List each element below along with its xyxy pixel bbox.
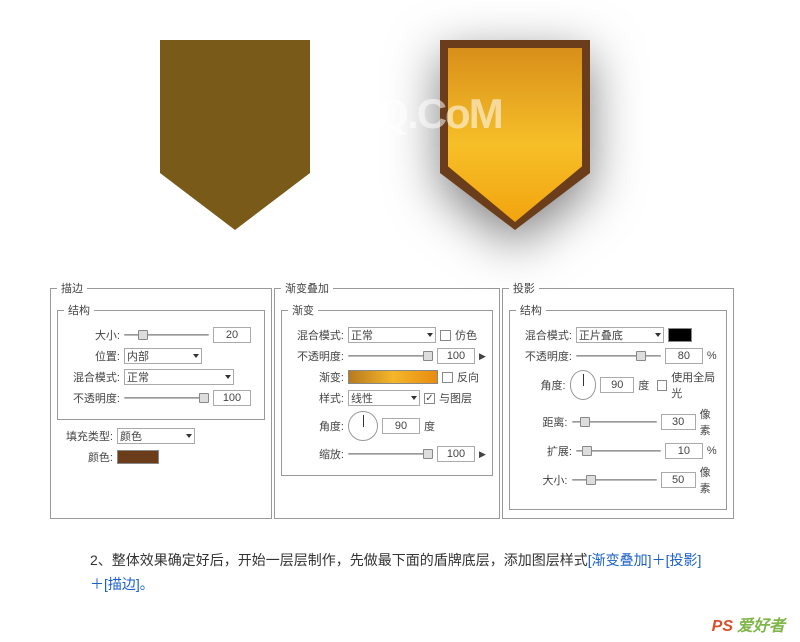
shadow-color[interactable] [668,328,692,342]
size-slider[interactable] [124,330,209,340]
blend-select[interactable]: 正片叠底 [576,327,664,343]
global-light-checkbox[interactable] [657,380,667,391]
style-select[interactable]: 线性 [348,390,420,406]
chevron-down-icon [225,375,231,379]
opacity-slider[interactable] [576,351,661,361]
position-select[interactable]: 内部 [124,348,202,364]
shield-styled [440,40,590,230]
opacity-slider[interactable] [124,393,209,403]
chevron-down-icon [655,333,661,337]
angle-dial[interactable] [348,411,378,441]
fs-structure: 结构 大小:20 位置:内部 混合模式:正常 不透明度:100 [57,302,265,420]
panel-shadow: 投影 结构 混合模式:正片叠底 不透明度:80% 角度:90度使用全局光 距离:… [502,280,734,519]
shields-row [0,0,800,250]
spread-slider[interactable] [576,446,661,456]
dither-checkbox[interactable] [440,330,451,341]
blend-select[interactable]: 正常 [124,369,234,385]
blend-select[interactable]: 正常 [348,327,436,343]
chevron-down-icon [427,333,433,337]
angle-dial[interactable] [570,370,597,400]
opacity-input[interactable]: 100 [213,390,251,406]
opacity-slider[interactable] [348,351,433,361]
chevron-down-icon [411,396,417,400]
size-input[interactable]: 20 [213,327,251,343]
shield-flat [160,40,310,230]
align-checkbox[interactable] [424,393,435,404]
fill-type-select[interactable]: 颜色 [117,428,195,444]
size-label: 大小: [64,327,120,343]
chevron-down-icon [186,434,192,438]
reverse-checkbox[interactable] [442,372,453,383]
scale-slider[interactable] [348,449,433,459]
panel-gradient: 渐变叠加 渐变 混合模式:正常仿色 不透明度:100▶ 渐变:反向 样式:线性与… [274,280,500,519]
chevron-down-icon [193,354,199,358]
size-slider[interactable] [572,475,657,485]
legend: 描边 [57,280,87,296]
distance-slider[interactable] [572,417,657,427]
panel-stroke: 描边 结构 大小:20 位置:内部 混合模式:正常 不透明度:100 填充类型:… [50,280,272,519]
gradient-swatch[interactable] [348,370,438,384]
caption: 2、整体效果确定好后，开始一层层制作，先做最下面的盾牌底层，添加图层样式[渐变叠… [0,519,800,597]
corner-credit: PS爱好者 [712,612,785,636]
color-swatch[interactable] [117,450,159,464]
panels: 描边 结构 大小:20 位置:内部 混合模式:正常 不透明度:100 填充类型:… [0,280,800,519]
